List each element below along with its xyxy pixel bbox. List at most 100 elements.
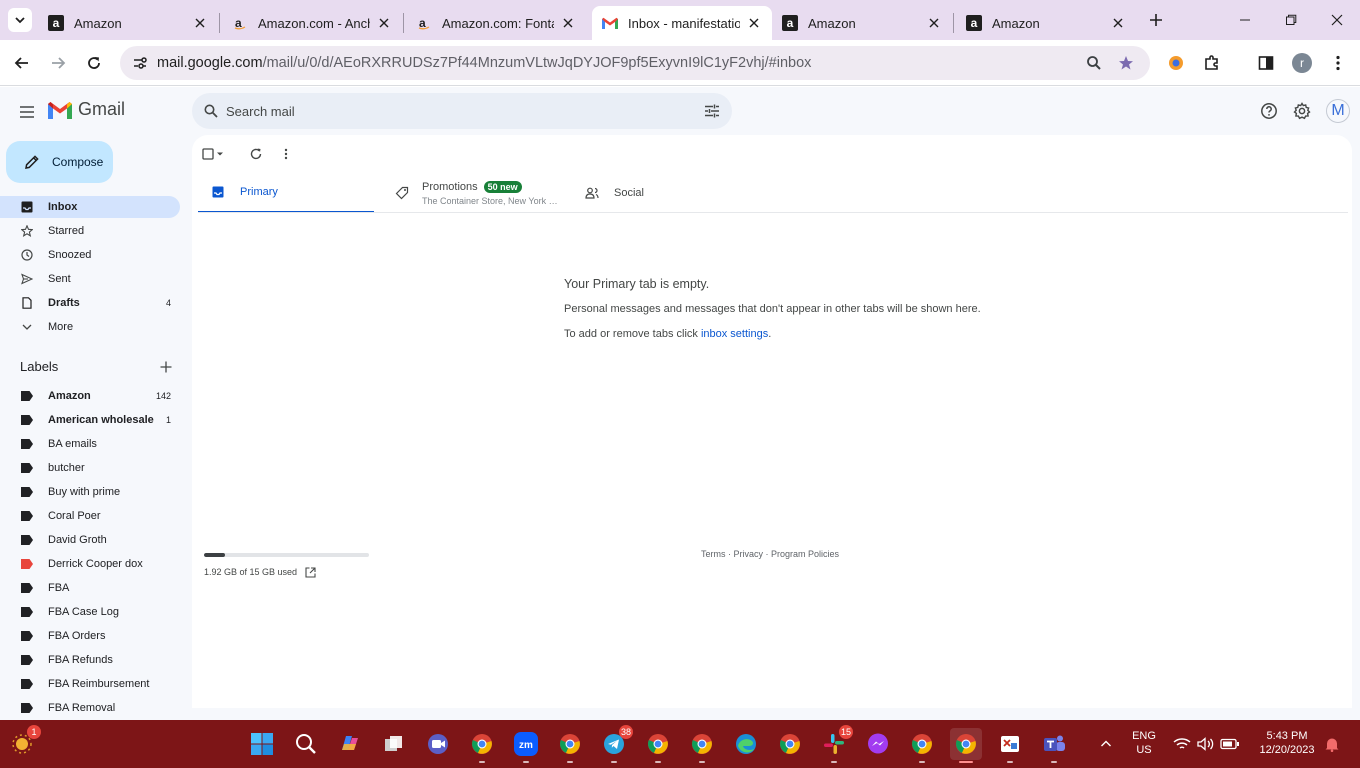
start-button[interactable] [246,728,278,760]
more-options-button[interactable] [275,143,297,165]
label-item[interactable]: FBA Removal [0,697,180,719]
battery-icon[interactable] [1220,734,1240,754]
browser-menu-button[interactable] [1324,49,1352,77]
extension-button[interactable] [1162,49,1190,77]
label-item[interactable]: David Groth [0,529,180,551]
label-item[interactable]: FBA Reimbursement [0,673,180,695]
teams-app-button[interactable] [1038,728,1070,763]
reload-button[interactable] [80,49,108,77]
minimize-button[interactable] [1222,0,1268,40]
chrome-app-button[interactable] [554,728,586,763]
chrome-app-button[interactable] [686,728,718,763]
account-avatar[interactable]: M [1326,99,1350,123]
support-button[interactable] [1256,98,1282,124]
telegram-app-button[interactable]: 38 [598,725,633,763]
browser-tab[interactable]: a Amazon [772,6,952,40]
edge-app-button[interactable] [730,728,762,760]
nav-item-snoozed[interactable]: Snoozed [0,244,180,266]
label-item[interactable]: butcher [0,457,180,479]
browser-tab[interactable]: a Amazon.com - Anchor [222,6,402,40]
extensions-menu-button[interactable] [1198,49,1226,77]
close-icon[interactable] [560,15,576,31]
search-bar[interactable] [192,93,732,129]
label-item[interactable]: BA emails [0,433,180,455]
slack-app-button[interactable]: 15 [818,725,853,763]
chrome-app-button[interactable] [642,728,674,763]
chrome-app-button[interactable] [906,728,938,763]
label-item[interactable]: Coral Poer [0,505,180,527]
copilot-button[interactable] [334,728,366,760]
label-tag-icon [21,703,33,713]
close-icon[interactable] [926,15,942,31]
tab-primary[interactable]: Primary [198,173,374,213]
restore-button[interactable] [1268,0,1314,40]
footer-links[interactable]: Terms · Privacy · Program Policies [701,549,839,559]
chrome-app-button[interactable] [774,728,806,760]
label-item[interactable]: Derrick Cooper dox [0,553,180,575]
search-input[interactable] [226,103,686,119]
label-item[interactable]: Amazon 142 [0,385,180,407]
profile-button[interactable]: r [1288,49,1316,77]
select-all-checkbox[interactable] [202,143,224,165]
input-language-button[interactable]: ENG US [1124,730,1164,756]
site-info-icon[interactable] [126,49,154,77]
zoom-button[interactable] [1080,49,1108,77]
create-label-button[interactable] [158,359,174,375]
widgets-button[interactable]: 1 [6,725,41,760]
new-tab-button[interactable] [1144,8,1168,32]
browser-tab[interactable]: a Amazon [38,6,218,40]
side-panel-button[interactable] [1252,49,1280,77]
search-button[interactable] [290,728,322,760]
tab-promotions[interactable]: Promotions 50 new The Container Store, N… [382,173,562,213]
task-view-button[interactable] [378,728,410,760]
nav-item-drafts[interactable]: Drafts 4 [0,292,180,314]
clock-button[interactable]: 5:43 PM 12/20/2023 [1252,730,1322,756]
snipping-tool-button[interactable] [994,728,1026,763]
close-window-button[interactable] [1314,0,1360,40]
inbox-settings-link[interactable]: inbox settings [701,328,768,340]
main-menu-button[interactable] [14,99,40,125]
address-bar[interactable]: mail.google.com/mail/u/0/d/AEoRXRRUDSz7P… [120,46,1150,80]
wifi-icon[interactable] [1172,734,1192,754]
compose-label: Compose [52,155,104,169]
show-hidden-icons-button[interactable] [1096,734,1116,754]
nav-item-sent[interactable]: Sent [0,268,180,290]
search-options-icon[interactable] [702,101,722,121]
bookmark-button[interactable] [1112,49,1140,77]
browser-tab[interactable]: a Amazon [956,6,1136,40]
browser-tab[interactable]: a Amazon.com: Fontana [406,6,586,40]
label-item[interactable]: American wholesale 1 [0,409,180,431]
search-icon[interactable] [200,100,222,122]
nav-item-more[interactable]: More [0,316,180,338]
tab-social[interactable]: Social [572,173,752,213]
tab-search-button[interactable] [8,8,32,32]
chrome-app-button-active[interactable] [950,728,982,763]
hamburger-icon [20,106,34,118]
open-in-new-icon[interactable] [304,566,316,578]
nav-item-starred[interactable]: Starred [0,220,180,242]
meet-app-button[interactable] [422,728,454,760]
label-item[interactable]: FBA [0,577,180,599]
forward-button[interactable] [44,49,72,77]
nav-item-inbox[interactable]: Inbox [0,196,180,218]
settings-button[interactable] [1289,98,1315,124]
refresh-button[interactable] [245,143,267,165]
label-item[interactable]: FBA Case Log [0,601,180,623]
zoom-app-button[interactable]: zm [510,728,542,763]
back-button[interactable] [8,49,36,77]
volume-icon[interactable] [1196,734,1216,754]
gmail-logo[interactable]: Gmail [48,99,125,120]
close-icon[interactable] [192,15,208,31]
label-item[interactable]: FBA Orders [0,625,180,647]
close-icon[interactable] [376,15,392,31]
notifications-button[interactable] [1322,734,1342,754]
label-item[interactable]: FBA Refunds [0,649,180,671]
close-icon[interactable] [746,15,762,31]
label-item[interactable]: Buy with prime [0,481,180,503]
compose-button[interactable]: Compose [6,141,113,183]
close-icon[interactable] [1110,15,1126,31]
browser-tab-active[interactable]: Inbox - manifestation [592,6,772,40]
chrome-app-button[interactable] [466,728,498,763]
message-list-panel: Primary Promotions 50 new The Container … [192,135,1352,708]
messenger-app-button[interactable] [862,728,894,760]
